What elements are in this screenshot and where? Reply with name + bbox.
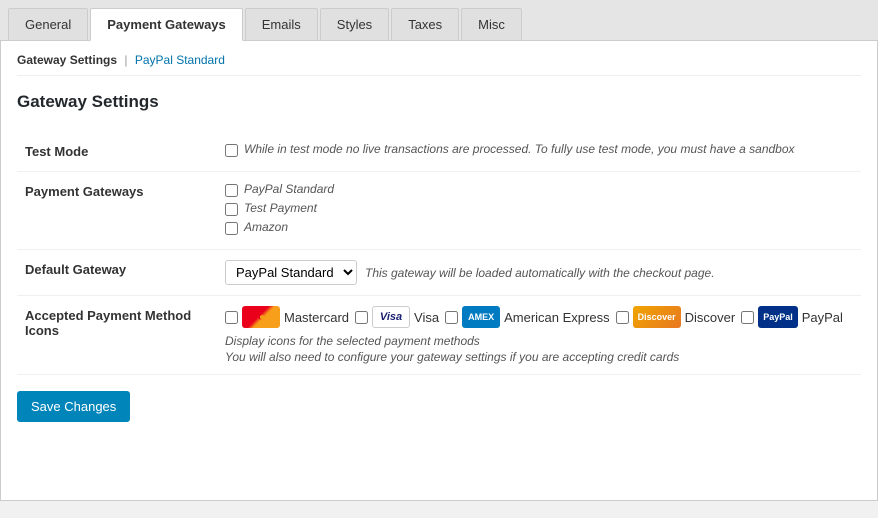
paypal-checkbox[interactable] bbox=[741, 311, 754, 324]
default-gateway-select-wrap: PayPal Standard This gateway will be loa… bbox=[225, 260, 853, 285]
tab-payment-gateways[interactable]: Payment Gateways bbox=[90, 8, 243, 41]
mastercard-label: Mastercard bbox=[284, 310, 349, 325]
tabs-bar: General Payment Gateways Emails Styles T… bbox=[0, 0, 878, 41]
visa-icon: Visa bbox=[372, 306, 410, 328]
test-mode-note: While in test mode no live transactions … bbox=[244, 142, 795, 156]
payment-gateways-row: Payment Gateways PayPal Standard Test Pa… bbox=[17, 172, 861, 250]
gateway-test-label: Test Payment bbox=[244, 201, 317, 215]
payment-note-1: Display icons for the selected payment m… bbox=[225, 334, 853, 348]
tab-general[interactable]: General bbox=[8, 8, 88, 40]
paypal-icon: PayPal bbox=[758, 306, 798, 328]
mastercard-checkbox[interactable] bbox=[225, 311, 238, 324]
payment-gateways-field: PayPal Standard Test Payment Amazon bbox=[217, 172, 861, 250]
gateway-option-1: Test Payment bbox=[225, 201, 853, 216]
gateway-option-0: PayPal Standard bbox=[225, 182, 853, 197]
tab-taxes[interactable]: Taxes bbox=[391, 8, 459, 40]
gateway-amazon-checkbox[interactable] bbox=[225, 222, 238, 235]
amex-item: AMEX American Express bbox=[445, 306, 609, 328]
test-mode-row: Test Mode While in test mode no live tra… bbox=[17, 132, 861, 172]
default-gateway-label: Default Gateway bbox=[17, 250, 217, 296]
mastercard-item: ●● Mastercard bbox=[225, 306, 349, 328]
gateway-paypal-checkbox[interactable] bbox=[225, 184, 238, 197]
paypal-item: PayPal PayPal bbox=[741, 306, 843, 328]
discover-icon: Discover bbox=[633, 306, 681, 328]
discover-label: Discover bbox=[685, 310, 736, 325]
save-button[interactable]: Save Changes bbox=[17, 391, 130, 422]
breadcrumb-separator: | bbox=[124, 53, 127, 67]
breadcrumb: Gateway Settings | PayPal Standard bbox=[17, 53, 861, 76]
amex-checkbox[interactable] bbox=[445, 311, 458, 324]
section-title: Gateway Settings bbox=[17, 92, 861, 112]
gateway-amazon-label: Amazon bbox=[244, 220, 288, 234]
visa-item: Visa Visa bbox=[355, 306, 439, 328]
amex-icon: AMEX bbox=[462, 306, 500, 328]
test-mode-checkbox[interactable] bbox=[225, 144, 238, 157]
default-gateway-field: PayPal Standard This gateway will be loa… bbox=[217, 250, 861, 296]
test-mode-checkbox-wrap: While in test mode no live transactions … bbox=[225, 142, 853, 157]
paypal-label: PayPal bbox=[802, 310, 843, 325]
gateway-option-2: Amazon bbox=[225, 220, 853, 235]
amex-label: American Express bbox=[504, 310, 609, 325]
payment-note-2: You will also need to configure your gat… bbox=[225, 350, 853, 364]
tab-styles[interactable]: Styles bbox=[320, 8, 389, 40]
tab-misc[interactable]: Misc bbox=[461, 8, 522, 40]
accepted-payment-field: ●● Mastercard Visa Visa bbox=[217, 296, 861, 375]
payment-gateways-label: Payment Gateways bbox=[17, 172, 217, 250]
accepted-payment-row: Accepted Payment Method Icons ●● Masterc… bbox=[17, 296, 861, 375]
discover-checkbox[interactable] bbox=[616, 311, 629, 324]
content-area: Gateway Settings | PayPal Standard Gatew… bbox=[0, 41, 878, 501]
tab-emails[interactable]: Emails bbox=[245, 8, 318, 40]
visa-checkbox[interactable] bbox=[355, 311, 368, 324]
default-gateway-note: This gateway will be loaded automaticall… bbox=[365, 266, 715, 280]
breadcrumb-paypal-link[interactable]: PayPal Standard bbox=[135, 53, 225, 67]
discover-item: Discover Discover bbox=[616, 306, 736, 328]
settings-table: Test Mode While in test mode no live tra… bbox=[17, 132, 861, 375]
default-gateway-select[interactable]: PayPal Standard bbox=[225, 260, 357, 285]
payment-icons-row: ●● Mastercard Visa Visa bbox=[225, 306, 853, 328]
test-mode-label: Test Mode bbox=[17, 132, 217, 172]
accepted-payment-label: Accepted Payment Method Icons bbox=[17, 296, 217, 375]
default-gateway-row: Default Gateway PayPal Standard This gat… bbox=[17, 250, 861, 296]
visa-label: Visa bbox=[414, 310, 439, 325]
gateway-test-checkbox[interactable] bbox=[225, 203, 238, 216]
test-mode-field: While in test mode no live transactions … bbox=[217, 132, 861, 172]
mastercard-icon: ●● bbox=[242, 306, 280, 328]
gateway-paypal-label: PayPal Standard bbox=[244, 182, 334, 196]
breadcrumb-current: Gateway Settings bbox=[17, 53, 117, 67]
